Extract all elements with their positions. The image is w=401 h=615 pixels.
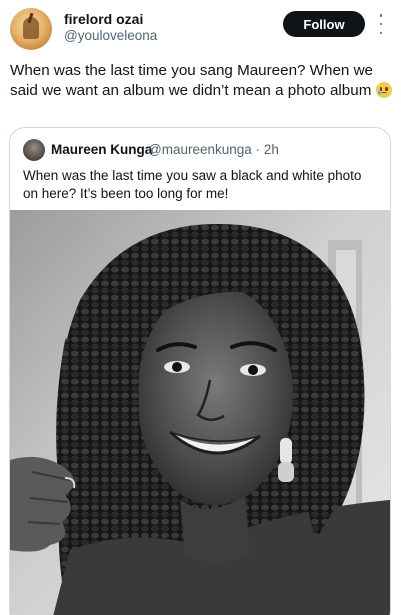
more-dot <box>379 22 383 26</box>
more-vertical-icon[interactable] <box>377 14 385 34</box>
tweet-text-container: When was the last time you sang Maureen?… <box>10 61 395 101</box>
portrait-illustration <box>10 210 390 615</box>
tweet-text: When was the last time you sang Maureen?… <box>10 62 373 99</box>
quoted-author-meta: @maureenkunga · 2h <box>148 142 279 157</box>
pleading-face-emoji-icon <box>375 82 392 98</box>
author-handle[interactable]: @youloveleona <box>64 28 157 43</box>
emoji-mouth <box>380 92 387 95</box>
black-and-white-portrait-photo[interactable] <box>10 210 390 615</box>
quoted-tweet-text: When was the last time you saw a black a… <box>23 168 362 201</box>
meta-separator: · <box>255 142 261 157</box>
earring <box>280 438 292 464</box>
face <box>137 285 293 505</box>
quoted-author-handle[interactable]: @maureenkunga <box>148 142 252 157</box>
quoted-tweet-time[interactable]: 2h <box>264 142 279 157</box>
more-dot <box>379 14 383 17</box>
profile-avatar-icon[interactable] <box>10 8 52 50</box>
follow-button[interactable]: Follow <box>283 11 365 37</box>
quoted-tweet-card[interactable]: Maureen Kunga @maureenkunga · 2h When wa… <box>9 127 391 615</box>
author-display-name[interactable]: firelord ozai <box>64 11 143 27</box>
more-dot <box>379 31 383 34</box>
quoted-author-avatar-icon[interactable] <box>23 139 45 161</box>
quoted-author-name[interactable]: Maureen Kunga <box>51 142 152 157</box>
tweet-header: firelord ozai @youloveleona Follow <box>0 0 401 56</box>
